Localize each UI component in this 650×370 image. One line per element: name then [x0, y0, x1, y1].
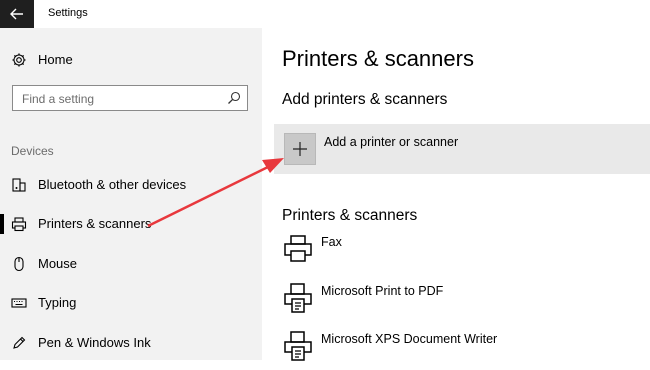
printers-list-title: Printers & scanners — [282, 207, 418, 224]
page-title: Printers & scanners — [282, 46, 474, 71]
sidebar-item-label: Bluetooth & other devices — [38, 177, 187, 192]
add-section-title: Add printers & scanners — [282, 91, 448, 108]
plus-icon — [293, 142, 307, 156]
sidebar-item-typing[interactable]: Typing — [0, 286, 262, 320]
bluetooth-device-icon — [12, 178, 26, 192]
search-icon — [228, 91, 241, 104]
printer-icon — [11, 217, 27, 232]
add-printer-button[interactable]: Add a printer or scanner — [274, 124, 650, 174]
sidebar-item-label: Pen & Windows Ink — [38, 335, 151, 350]
xps-printer-icon — [284, 331, 312, 361]
sidebar-item-home[interactable]: Home — [0, 43, 262, 77]
sidebar-item-label: Printers & scanners — [38, 216, 152, 231]
mouse-icon — [14, 256, 24, 272]
pen-icon — [13, 336, 26, 349]
title-bar: Settings — [0, 0, 650, 28]
back-arrow-icon — [10, 8, 23, 20]
list-item[interactable]: Fax — [282, 233, 642, 273]
keyboard-icon — [11, 298, 27, 308]
sidebar-item-printers[interactable]: Printers & scanners — [0, 207, 262, 241]
search-placeholder: Find a setting — [22, 92, 95, 106]
sidebar-item-bluetooth[interactable]: Bluetooth & other devices — [0, 168, 262, 202]
window-title: Settings — [48, 7, 88, 19]
sidebar-item-label: Mouse — [38, 256, 78, 271]
add-tile — [284, 133, 316, 165]
sidebar-group-header: Devices — [11, 144, 54, 158]
list-item[interactable]: Microsoft XPS Document Writer — [282, 330, 642, 370]
pdf-printer-icon — [284, 283, 312, 313]
sidebar-item-mouse[interactable]: Mouse — [0, 247, 262, 281]
printer-name: Microsoft XPS Document Writer — [321, 332, 498, 346]
printer-name: Microsoft Print to PDF — [321, 284, 444, 298]
sidebar: Home Find a setting Devices Bluetooth & … — [0, 28, 262, 360]
sidebar-item-label: Typing — [38, 295, 77, 310]
gear-icon — [12, 53, 26, 67]
list-item[interactable]: Microsoft Print to PDF — [282, 282, 642, 322]
selection-indicator — [0, 214, 4, 234]
sidebar-item-label: Home — [38, 52, 73, 67]
printer-name: Fax — [321, 235, 342, 249]
printer-icon — [284, 235, 312, 262]
back-button[interactable] — [0, 0, 34, 28]
sidebar-item-pen[interactable]: Pen & Windows Ink — [0, 326, 262, 360]
add-printer-label: Add a printer or scanner — [324, 135, 459, 149]
search-input[interactable]: Find a setting — [12, 85, 248, 111]
